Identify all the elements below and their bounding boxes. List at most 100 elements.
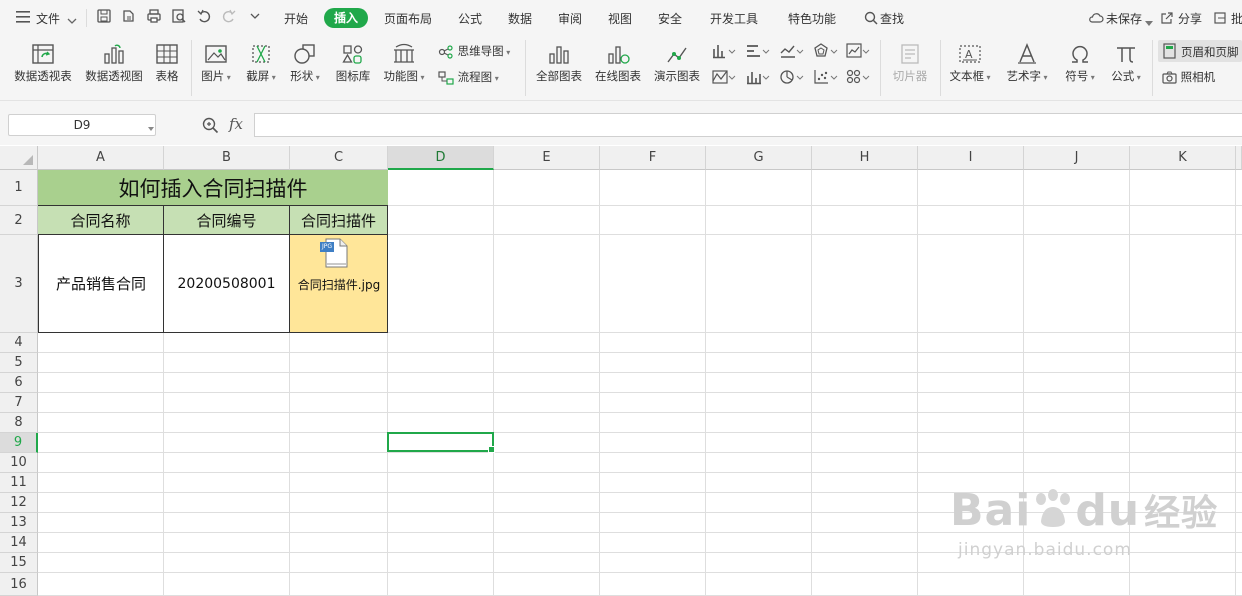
camera-button[interactable]: 照相机 <box>1162 69 1215 85</box>
batch-icon[interactable] <box>1214 11 1228 28</box>
tab-data[interactable]: 数据 <box>508 10 532 27</box>
column-header-d[interactable]: D <box>388 146 494 170</box>
tab-formulas[interactable]: 公式 <box>458 10 482 27</box>
tab-security[interactable]: 安全 <box>658 10 682 27</box>
row-header-6[interactable]: 6 <box>0 373 38 393</box>
tab-view[interactable]: 视图 <box>608 10 632 27</box>
row-header-9[interactable]: 9 <box>0 433 38 453</box>
customize-toolbar-icon[interactable] <box>247 8 263 24</box>
row-header-1[interactable]: 1 <box>0 170 38 206</box>
search-button[interactable]: 查找 <box>880 10 904 27</box>
save-icon[interactable] <box>96 8 112 24</box>
cell-contract-name[interactable]: 产品销售合同 <box>38 235 164 333</box>
more-charts-icon[interactable] <box>846 69 870 88</box>
insert-function-button[interactable]: fx <box>229 115 243 133</box>
active-cell-selection[interactable] <box>387 432 495 453</box>
shape-button[interactable]: 形状 ▾ <box>287 42 323 85</box>
table-title[interactable]: 如何插入合同扫描件 <box>38 170 388 206</box>
hamburger-icon[interactable] <box>16 11 30 26</box>
column-header-b[interactable]: B <box>164 146 290 170</box>
line-chart-icon[interactable] <box>780 43 804 62</box>
stock-chart-icon[interactable] <box>846 43 870 62</box>
formula-button[interactable]: 公式 ▾ <box>1106 42 1146 85</box>
zoom-function-icon[interactable] <box>202 117 219 137</box>
print-icon[interactable] <box>146 8 162 24</box>
column-header-i[interactable]: I <box>918 146 1024 170</box>
row-header-11[interactable]: 11 <box>0 473 38 493</box>
column-header-g[interactable]: G <box>706 146 812 170</box>
header-contract-scan[interactable]: 合同扫描件 <box>290 206 388 235</box>
cell-contract-scan[interactable]: JPG 合同扫描件.jpg <box>290 235 388 333</box>
combo-chart-icon[interactable] <box>746 69 770 88</box>
picture-button[interactable]: 图片 ▾ <box>198 42 234 85</box>
textbox-button[interactable]: A 文本框 ▾ <box>946 42 994 85</box>
file-menu[interactable]: 文件 <box>36 10 60 27</box>
mind-map-button[interactable]: 思维导图 ▾ <box>438 43 510 59</box>
header-contract-name[interactable]: 合同名称 <box>38 206 164 235</box>
share-button[interactable]: 分享 <box>1178 10 1202 27</box>
online-chart-button[interactable]: 在线图表 <box>592 42 644 83</box>
search-icon[interactable] <box>864 11 878 28</box>
demo-chart-button[interactable]: 演示图表 <box>651 42 703 83</box>
column-header-e[interactable]: E <box>494 146 600 170</box>
bar-horizontal-chart-icon[interactable] <box>746 43 770 62</box>
row-header-14[interactable]: 14 <box>0 533 38 553</box>
column-header-a[interactable]: A <box>38 146 164 170</box>
tab-special-features[interactable]: 特色功能 <box>788 10 836 27</box>
tab-review[interactable]: 审阅 <box>558 10 582 27</box>
wordart-button[interactable]: 艺术字 ▾ <box>1002 42 1052 85</box>
column-header-h[interactable]: H <box>812 146 918 170</box>
export-pdf-icon[interactable] <box>121 8 137 24</box>
pie-chart-icon[interactable] <box>780 69 804 88</box>
chevron-down-icon[interactable] <box>1145 15 1153 29</box>
row-header-16[interactable]: 16 <box>0 573 38 596</box>
column-chart-icon[interactable] <box>712 43 736 62</box>
select-all-corner[interactable] <box>0 146 38 170</box>
jpg-file-object[interactable]: JPG <box>320 237 350 272</box>
name-box[interactable]: D9 <box>8 114 156 136</box>
formula-input[interactable] <box>254 113 1242 137</box>
row-header-4[interactable]: 4 <box>0 333 38 353</box>
batch-button[interactable]: 批 <box>1231 10 1242 27</box>
pivot-chart-button[interactable]: 数据透视图 <box>84 42 144 83</box>
area-chart-icon[interactable] <box>712 69 736 88</box>
unsaved-status[interactable]: 未保存 <box>1106 10 1142 27</box>
row-header-5[interactable]: 5 <box>0 353 38 373</box>
row-header-10[interactable]: 10 <box>0 453 38 473</box>
share-icon[interactable] <box>1160 11 1174 28</box>
column-header-f[interactable]: F <box>600 146 706 170</box>
undo-icon[interactable] <box>196 8 212 24</box>
symbol-button[interactable]: 符号 ▾ <box>1060 42 1100 85</box>
print-preview-icon[interactable] <box>171 8 187 24</box>
column-header-c[interactable]: C <box>290 146 388 170</box>
chevron-down-icon[interactable] <box>148 121 154 135</box>
fill-handle[interactable] <box>488 446 495 453</box>
table-button[interactable]: 表格 <box>151 42 183 83</box>
row-header-2[interactable]: 2 <box>0 206 38 235</box>
flowchart-button[interactable]: 流程图 ▾ <box>438 69 499 85</box>
column-header-j[interactable]: J <box>1024 146 1130 170</box>
column-header-l[interactable] <box>1236 146 1242 170</box>
cell-contract-number[interactable]: 20200508001 <box>164 235 290 333</box>
column-header-k[interactable]: K <box>1130 146 1236 170</box>
row-header-7[interactable]: 7 <box>0 393 38 413</box>
scatter-chart-icon[interactable] <box>814 69 838 88</box>
tab-developer[interactable]: 开发工具 <box>710 10 758 27</box>
attachment-filename[interactable]: 合同扫描件.jpg <box>290 276 388 293</box>
icon-library-button[interactable]: 图标库 <box>333 42 373 83</box>
row-header-15[interactable]: 15 <box>0 553 38 573</box>
redo-icon[interactable] <box>221 8 237 24</box>
header-contract-number[interactable]: 合同编号 <box>164 206 290 235</box>
chevron-down-icon[interactable] <box>67 14 77 28</box>
tab-page-layout[interactable]: 页面布局 <box>384 10 432 27</box>
all-charts-button[interactable]: 全部图表 <box>533 42 585 83</box>
screenshot-button[interactable]: 截屏 ▾ <box>243 42 279 85</box>
radar-chart-icon[interactable] <box>814 43 838 62</box>
header-footer-button[interactable]: 页眉和页脚 <box>1158 40 1242 62</box>
tab-home[interactable]: 开始 <box>284 10 308 27</box>
cloud-icon[interactable] <box>1088 12 1104 27</box>
function-chart-button[interactable]: 功能图 ▾ <box>380 42 428 85</box>
tab-insert[interactable]: 插入 <box>324 8 369 28</box>
row-header-12[interactable]: 12 <box>0 493 38 513</box>
row-header-8[interactable]: 8 <box>0 413 38 433</box>
